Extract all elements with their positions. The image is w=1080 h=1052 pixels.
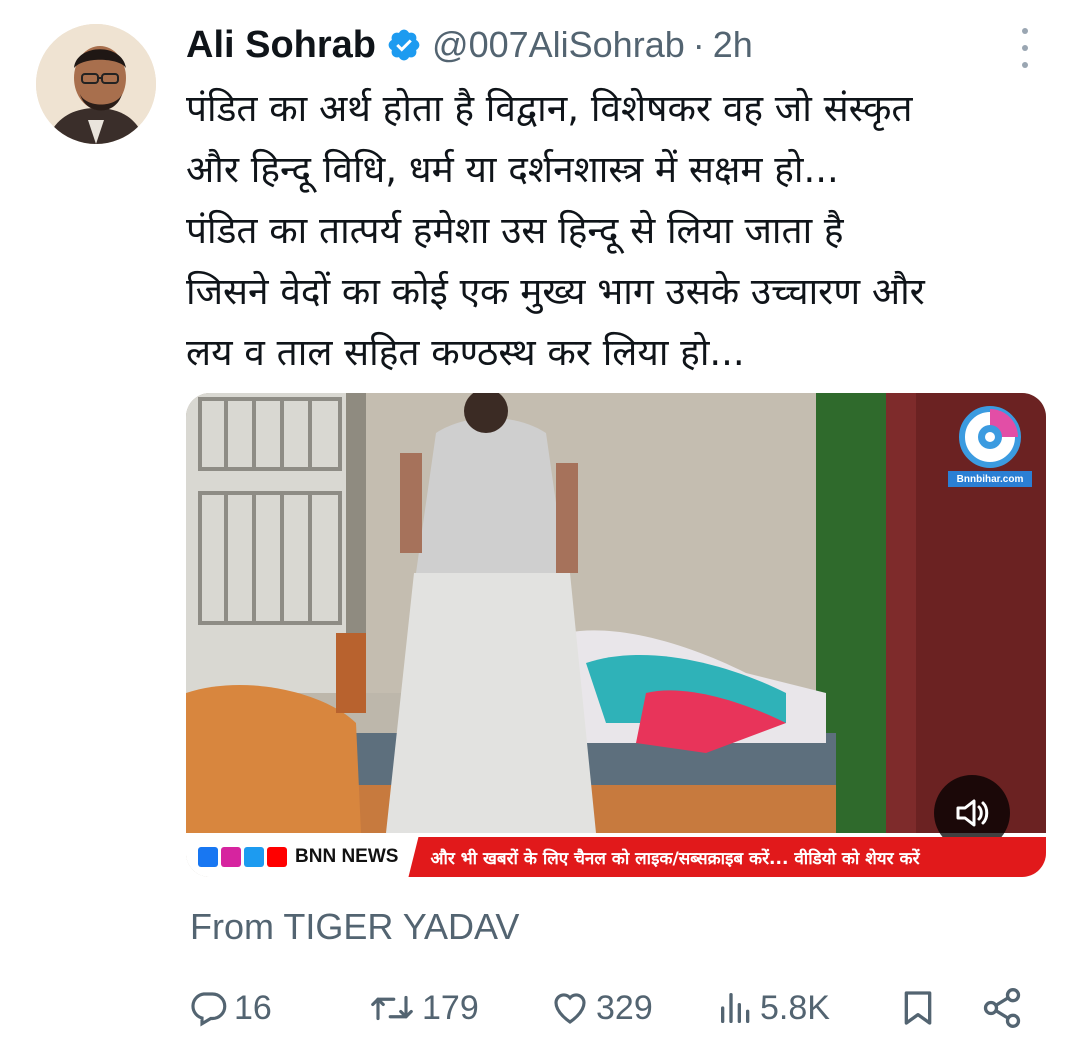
source-credit[interactable]: From TIGER YADAV: [190, 906, 519, 948]
like-count: 329: [596, 988, 653, 1027]
bookmark-icon: [904, 991, 932, 1025]
retweet-button[interactable]: 179: [366, 980, 479, 1036]
tweet-text-line: पंडित का अर्थ होता है विद्वान, विशेषकर व…: [186, 87, 913, 130]
avatar-image: [36, 24, 156, 144]
video-player[interactable]: Bnnbihar.com BNN NEWS और भी खबरों के लिए…: [186, 393, 1046, 877]
views-count: 5.8K: [760, 988, 830, 1027]
views-bar-chart-icon: [721, 993, 750, 1023]
tweet-text-line: लय व ताल सहित कण्ठस्थ कर लिया हो...: [186, 331, 745, 374]
author-avatar[interactable]: [36, 24, 156, 144]
ticker-text: और भी खबरों के लिए चैनल को लाइक/सब्सक्रा…: [408, 837, 1046, 877]
views-button[interactable]: 5.8K: [716, 980, 830, 1036]
share-button[interactable]: [980, 980, 1024, 1036]
tweet-timestamp[interactable]: 2h: [713, 24, 753, 66]
separator-dot: ·: [692, 24, 705, 65]
retweet-count: 179: [422, 988, 479, 1027]
instagram-icon: [221, 847, 241, 867]
author-name[interactable]: Ali Sohrab: [186, 24, 376, 67]
share-icon: [983, 988, 1021, 1028]
author-handle[interactable]: @007AliSohrab: [432, 24, 685, 66]
bookmark-button[interactable]: [898, 980, 938, 1036]
reply-button[interactable]: 16: [188, 980, 272, 1036]
verified-badge-icon: [386, 27, 422, 63]
youtube-icon: [267, 847, 287, 867]
social-icons: [186, 837, 287, 877]
bnn-news-logo: Bnnbihar.com: [944, 401, 1036, 491]
logo-site-label: Bnnbihar.com: [948, 471, 1032, 487]
reply-icon: [191, 992, 227, 1027]
video-frame: [186, 393, 1046, 877]
tweet-text-line: जिसने वेदों का कोई एक मुख्य भाग उसके उच्…: [186, 270, 925, 313]
like-button[interactable]: 329: [548, 980, 653, 1036]
tweet-text-line: पंडित का तात्पर्य हमेशा उस हिन्दू से लिय…: [186, 209, 844, 252]
channel-name: BNN NEWS: [295, 846, 399, 867]
reply-count: 16: [234, 988, 272, 1027]
twitter-icon: [244, 847, 264, 867]
tweet-text: पंडित का अर्थ होता है विद्वान, विशेषकर व…: [186, 78, 1056, 383]
more-options-icon[interactable]: [1010, 28, 1040, 68]
tweet-header: Ali Sohrab @007AliSohrab · 2h: [186, 22, 1020, 68]
retweet-icon: [371, 995, 413, 1021]
facebook-icon: [198, 847, 218, 867]
news-ticker: BNN NEWS और भी खबरों के लिए चैनल को लाइक…: [186, 837, 1046, 877]
heart-icon: [554, 993, 586, 1024]
tweet-text-line: और हिन्दू विधि, धर्म या दर्शनशास्त्र में…: [186, 148, 839, 191]
tweet-actions: 16 179 329 5.8K: [188, 980, 1038, 1036]
